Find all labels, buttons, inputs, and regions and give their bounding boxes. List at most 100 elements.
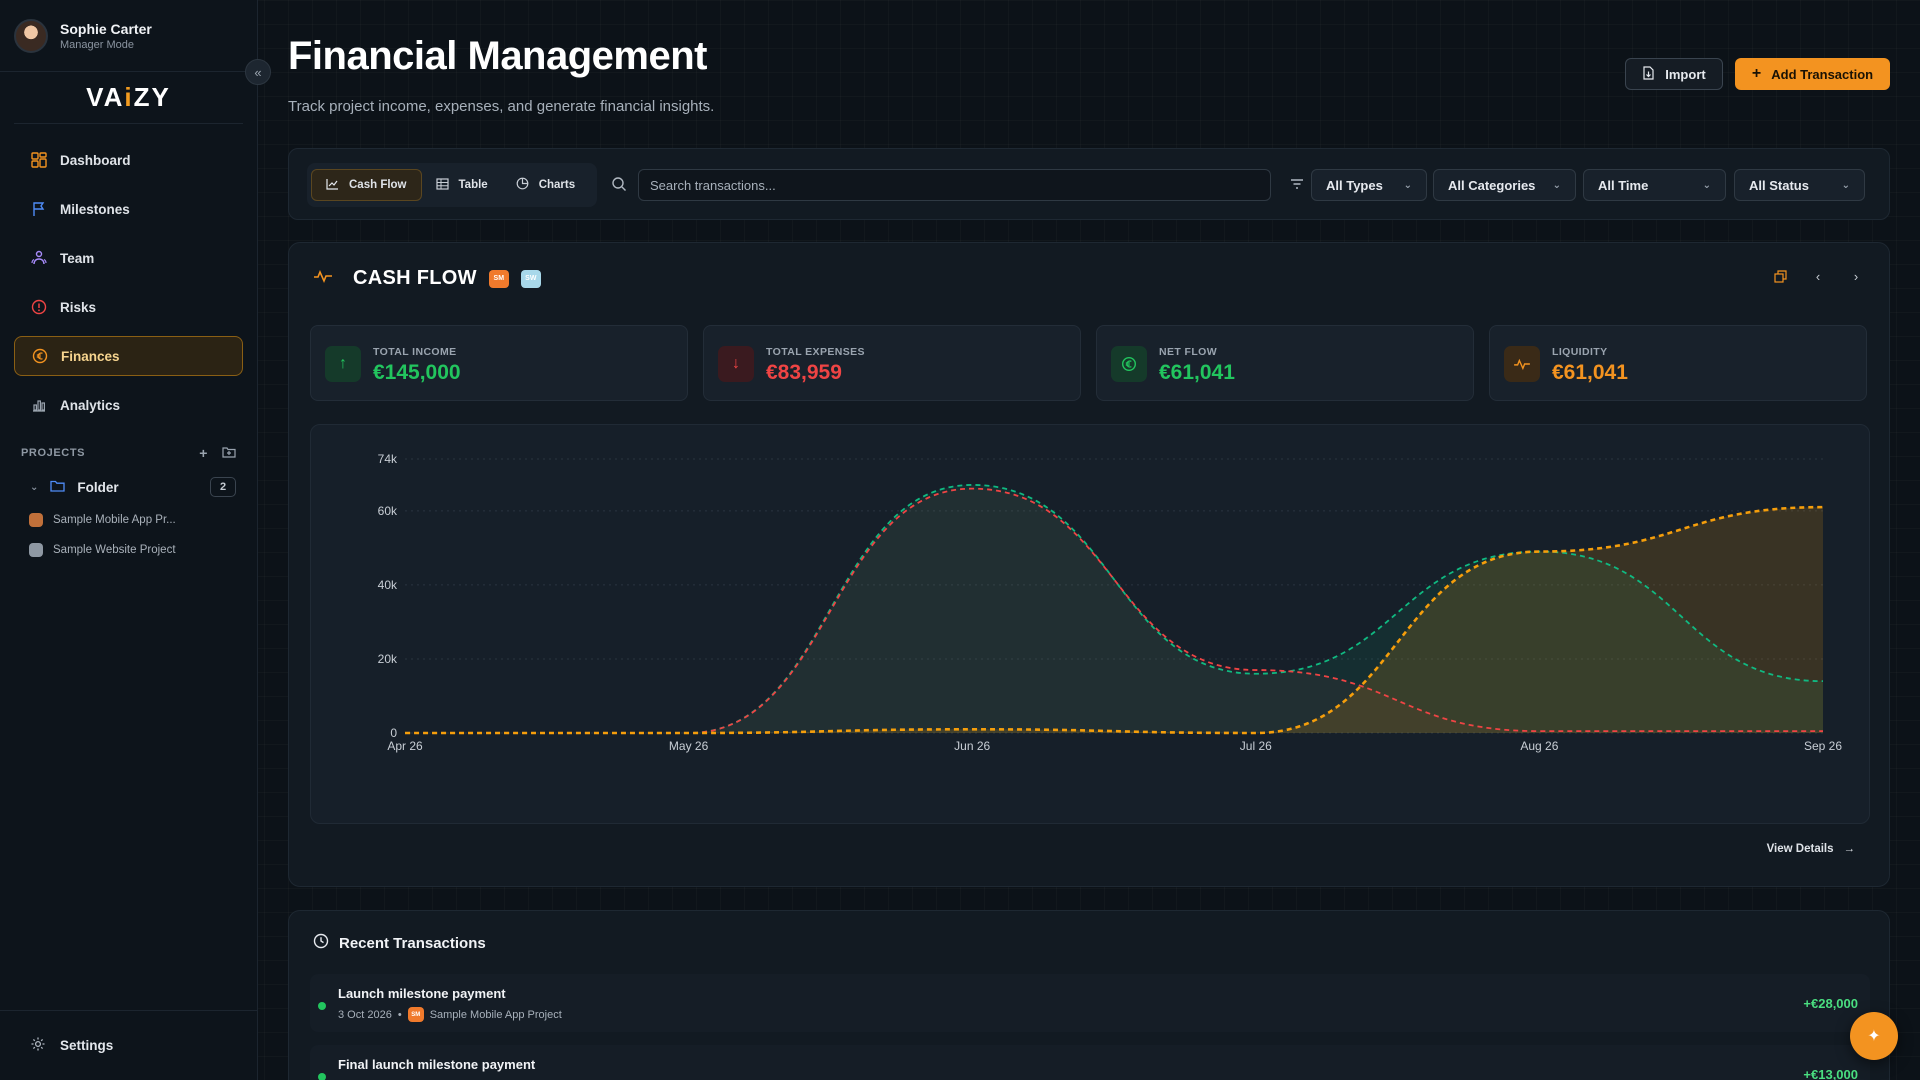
projects-heading: PROJECTS + xyxy=(21,445,236,461)
project-item-mobile-app[interactable]: Sample Mobile App Pr... xyxy=(29,513,236,527)
logo[interactable]: VAiZY xyxy=(14,72,243,124)
file-import-icon xyxy=(1642,65,1655,83)
stat-value: €61,041 xyxy=(1552,361,1628,384)
import-label: Import xyxy=(1665,66,1706,82)
stat-value: €83,959 xyxy=(766,361,842,384)
sidebar-item-settings[interactable]: Settings xyxy=(0,1010,258,1080)
type-filter-select[interactable]: All Types ⌄ xyxy=(1311,169,1427,201)
clock-icon xyxy=(313,933,329,953)
sidebar-nav: Dashboard Milestones Team Risks Finances xyxy=(0,124,257,425)
activity-icon xyxy=(313,268,333,289)
tab-label: Table xyxy=(458,179,488,191)
chevron-left-icon[interactable]: ‹ xyxy=(1811,269,1825,284)
user-block[interactable]: Sophie Carter Manager Mode xyxy=(0,0,257,72)
activity-icon xyxy=(1504,346,1540,382)
cash-flow-controls: ‹ › xyxy=(1773,269,1863,284)
sidebar-item-label: Finances xyxy=(61,348,120,364)
cash-flow-title: CASH FLOW xyxy=(353,267,477,289)
time-filter-select[interactable]: All Time ⌄ xyxy=(1583,169,1726,201)
sidebar-item-label: Dashboard xyxy=(60,152,131,168)
project-color-swatch xyxy=(29,513,43,527)
tab-label: Charts xyxy=(538,179,576,191)
transaction-amount: +€13,000 xyxy=(1803,1067,1858,1080)
transaction-row[interactable]: Launch milestone payment 3 Oct 2026 • SM… xyxy=(310,974,1870,1032)
folder-label: Folder xyxy=(77,479,119,495)
arrow-down-icon: ↓ xyxy=(718,346,754,382)
separator-dot: • xyxy=(397,1008,402,1021)
search-input[interactable] xyxy=(638,169,1271,201)
select-value: All Status xyxy=(1749,177,1809,193)
settings-label: Settings xyxy=(60,1038,114,1053)
stat-liquidity: LIQUIDITY €61,041 xyxy=(1489,325,1867,401)
select-value: All Types xyxy=(1326,177,1383,193)
view-details-label: View Details xyxy=(1766,843,1834,855)
chevron-down-icon[interactable]: ⌄ xyxy=(30,482,38,493)
category-filter-select[interactable]: All Categories ⌄ xyxy=(1433,169,1576,201)
sidebar-item-dashboard[interactable]: Dashboard xyxy=(14,140,243,180)
sidebar-item-milestones[interactable]: Milestones xyxy=(14,189,243,229)
x-tick-label: Jun 26 xyxy=(954,739,990,753)
stat-total-expenses: ↓ TOTAL EXPENSES €83,959 xyxy=(703,325,1081,401)
table-icon xyxy=(435,177,449,193)
project-badge-sw: SW xyxy=(520,269,541,288)
transaction-row[interactable]: Final launch milestone payment +€13,000 xyxy=(310,1045,1870,1080)
project-item-website[interactable]: Sample Website Project xyxy=(29,543,236,557)
stat-label: NET FLOW xyxy=(1159,346,1218,358)
sparkle-icon: ✦ xyxy=(1867,1028,1881,1045)
page-title: Financial Management xyxy=(288,34,707,78)
filter-icon[interactable] xyxy=(1289,176,1305,197)
add-project-icon[interactable]: + xyxy=(199,445,208,461)
stat-label: LIQUIDITY xyxy=(1552,346,1608,358)
assistant-fab-button[interactable]: ✦ xyxy=(1850,1012,1898,1060)
logo-text-a: VA xyxy=(86,82,125,112)
add-folder-icon[interactable] xyxy=(222,445,236,461)
sidebar-item-analytics[interactable]: Analytics xyxy=(14,385,243,425)
add-transaction-button[interactable]: + Add Transaction xyxy=(1735,58,1890,90)
stat-net-flow: NET FLOW €61,041 xyxy=(1096,325,1474,401)
transaction-amount: +€28,000 xyxy=(1803,996,1858,1011)
team-icon xyxy=(30,249,48,267)
x-tick-label: Jul 26 xyxy=(1240,739,1272,753)
chevron-down-icon: ⌄ xyxy=(1552,179,1561,191)
project-badge-sm: SM xyxy=(407,1007,424,1022)
transaction-date: 3 Oct 2026 xyxy=(338,1008,392,1021)
tab-table[interactable]: Table xyxy=(422,169,502,201)
status-dot xyxy=(318,1073,326,1080)
alert-icon xyxy=(30,298,48,316)
transaction-name: Final launch milestone payment xyxy=(338,1057,536,1072)
y-tick-label: 40k xyxy=(378,578,398,592)
user-name: Sophie Carter xyxy=(60,20,152,37)
folder-row[interactable]: ⌄ Folder 2 xyxy=(30,477,236,497)
sidebar-item-risks[interactable]: Risks xyxy=(14,287,243,327)
view-details-link[interactable]: View Details → xyxy=(1767,843,1855,855)
import-button[interactable]: Import xyxy=(1625,58,1723,90)
sidebar: Sophie Carter Manager Mode VAiZY Dashboa… xyxy=(0,0,258,1080)
cash-flow-card: CASH FLOW SM SW ‹ › ↑ TOTAL INCOME €145,… xyxy=(288,242,1890,887)
add-transaction-label: Add Transaction xyxy=(1771,66,1874,82)
sidebar-item-label: Milestones xyxy=(60,201,130,217)
euro-icon xyxy=(31,347,49,365)
pie-chart-icon xyxy=(516,177,529,193)
stat-label: TOTAL INCOME xyxy=(373,346,457,358)
euro-circle-icon xyxy=(1111,346,1147,382)
view-tabs: Cash Flow Table Charts xyxy=(307,163,597,207)
tab-cash-flow[interactable]: Cash Flow xyxy=(311,169,422,201)
main-content: Financial Management Track project incom… xyxy=(258,0,1920,1080)
chevron-right-icon[interactable]: › xyxy=(1849,269,1863,284)
filter-toolbar: Cash Flow Table Charts All Types ⌄ xyxy=(288,148,1890,220)
stat-label: TOTAL EXPENSES xyxy=(766,346,865,358)
transaction-project: Sample Mobile App Project xyxy=(429,1008,562,1021)
reset-icon[interactable] xyxy=(1773,269,1787,283)
collapse-sidebar-button[interactable]: « xyxy=(245,59,271,85)
sidebar-item-label: Analytics xyxy=(60,397,121,413)
tab-charts[interactable]: Charts xyxy=(502,169,589,201)
project-label: Sample Website Project xyxy=(53,544,176,556)
project-badge-sm: SM xyxy=(488,269,509,288)
y-tick-label: 20k xyxy=(378,652,398,666)
status-filter-select[interactable]: All Status ⌄ xyxy=(1734,169,1865,201)
sidebar-item-team[interactable]: Team xyxy=(14,238,243,278)
chevron-down-icon: ⌄ xyxy=(1702,179,1711,191)
cash-flow-header: CASH FLOW SM SW xyxy=(313,267,541,290)
sidebar-item-finances[interactable]: Finances xyxy=(14,336,243,376)
project-label: Sample Mobile App Pr... xyxy=(53,514,176,526)
